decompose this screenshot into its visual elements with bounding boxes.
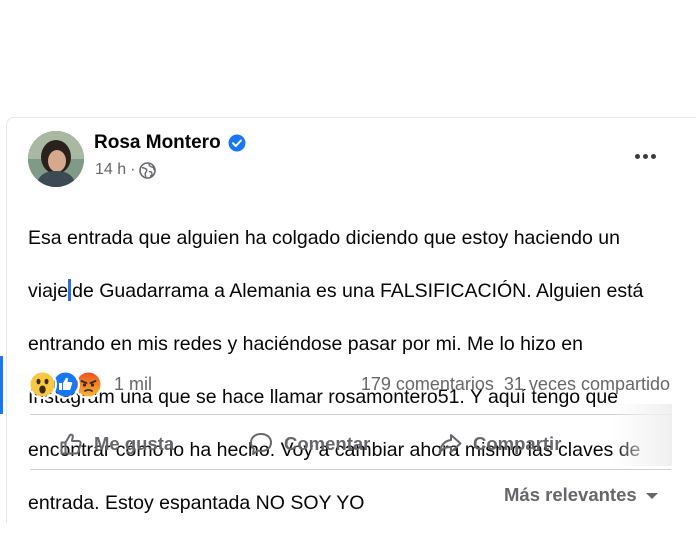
post-time[interactable]: 14 h [95,161,126,179]
post-text-line-rest: de Guadarrama a Alemania es una FALSIFIC… [72,279,644,302]
reaction-summary[interactable]: 1 mil [28,370,152,399]
post-text-line: Esa entrada que alguien ha colgado dicie… [28,226,620,249]
comment-icon [250,433,272,455]
dot-icon [650,153,656,159]
globe-icon[interactable] [139,161,157,179]
share-button[interactable]: Compartir [437,431,561,457]
focus-accent-bar [0,356,3,414]
comments-count[interactable]: 179 comentarios [361,374,494,395]
comment-button[interactable]: Comentar [248,431,370,457]
meta-separator: · [130,161,136,178]
post-text-line: entrando en mis redes y haciéndose pasar… [28,332,583,355]
author-line: Rosa Montero [94,132,246,154]
faded-overlay [612,404,672,466]
sort-label: Más relevantes [504,484,637,505]
like-label: Me gusta [94,433,175,454]
divider [30,414,671,415]
dot-icon [642,153,648,159]
post-text-line: viaje de Guadarrama a Alemania es una FAL… [28,278,678,305]
comments-sort-dropdown[interactable]: Más relevantes [504,484,659,506]
wow-reaction-icon [28,370,57,399]
post-text-word: viaje [28,279,69,302]
shares-count[interactable]: 31 veces compartido [504,374,670,395]
post-stats: 179 comentarios 31 veces compartido [361,374,670,395]
dot-icon [634,153,640,159]
verified-badge-icon [228,134,246,152]
more-options-button[interactable] [630,144,660,168]
share-icon [438,434,462,454]
like-button[interactable]: Me gusta [58,431,174,457]
avatar[interactable] [28,131,84,187]
author-name[interactable]: Rosa Montero [94,132,221,154]
thumbs-up-icon [60,433,82,455]
caret-down-icon [645,484,659,506]
comment-label: Comentar [284,433,371,454]
text-cursor [68,278,72,301]
share-label: Compartir [473,433,562,454]
post-actions: Me gusta Comentar Compartir [30,419,650,467]
reaction-count[interactable]: 1 mil [114,374,152,395]
divider [30,469,671,470]
post-meta: 14 h · [95,161,157,179]
